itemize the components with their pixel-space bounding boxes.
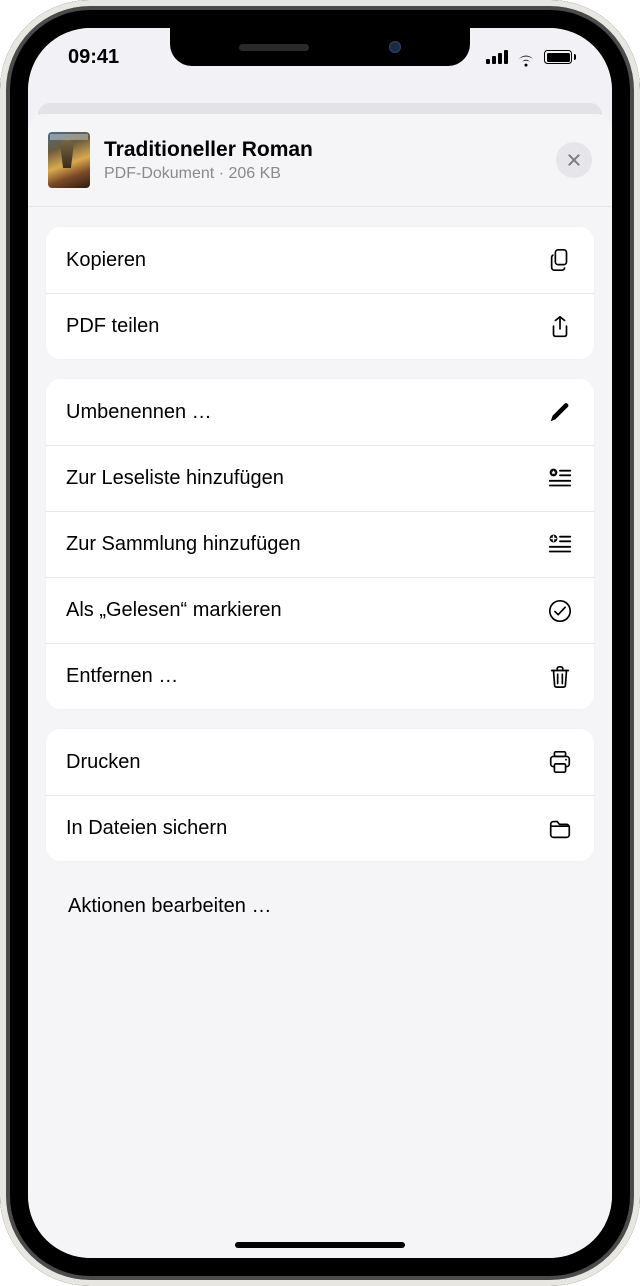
action-label: In Dateien sichern bbox=[66, 817, 227, 840]
action-add-reading-list[interactable]: Zur Leseliste hinzufügen bbox=[46, 445, 594, 511]
action-label: PDF teilen bbox=[66, 315, 159, 338]
screen: 09:41 Traditioneller Roman PDF-Dokum bbox=[28, 28, 612, 1258]
document-thumbnail bbox=[48, 132, 90, 188]
share-icon bbox=[546, 313, 574, 341]
status-time: 09:41 bbox=[68, 46, 119, 69]
close-button[interactable] bbox=[556, 142, 592, 178]
action-share-pdf[interactable]: PDF teilen bbox=[46, 293, 594, 359]
plus-list-icon bbox=[546, 531, 574, 559]
close-icon bbox=[566, 152, 582, 168]
printer-icon bbox=[546, 748, 574, 776]
action-label: Entfernen … bbox=[66, 665, 178, 688]
action-rename[interactable]: Umbenennen … bbox=[46, 379, 594, 445]
action-add-collection[interactable]: Zur Sammlung hinzufügen bbox=[46, 511, 594, 577]
action-label: Als „Gelesen“ markieren bbox=[66, 599, 282, 622]
notch bbox=[170, 28, 470, 66]
cellular-signal-icon bbox=[486, 50, 508, 64]
status-indicators bbox=[486, 50, 576, 65]
header-text: Traditioneller Roman PDF-Dokument · 206 … bbox=[104, 137, 542, 183]
action-save-files[interactable]: In Dateien sichern bbox=[46, 795, 594, 861]
folder-icon bbox=[546, 815, 574, 843]
action-label: Zur Sammlung hinzufügen bbox=[66, 533, 301, 556]
wifi-icon bbox=[516, 50, 536, 65]
speaker-grille bbox=[239, 44, 309, 51]
front-camera bbox=[389, 41, 401, 53]
action-label: Umbenennen … bbox=[66, 401, 212, 424]
action-remove[interactable]: Entfernen … bbox=[46, 643, 594, 709]
action-edit-actions[interactable]: Aktionen bearbeiten … bbox=[46, 881, 594, 941]
action-groups: Kopieren PDF teilen bbox=[28, 207, 612, 941]
action-group-1: Umbenennen … Zur Leseliste hinzufügen bbox=[46, 379, 594, 709]
document-title: Traditioneller Roman bbox=[104, 137, 542, 162]
share-sheet: Traditioneller Roman PDF-Dokument · 206 … bbox=[28, 114, 612, 1258]
action-label: Kopieren bbox=[66, 249, 146, 272]
home-indicator[interactable] bbox=[235, 1242, 405, 1248]
pencil-icon bbox=[546, 398, 574, 426]
action-label: Drucken bbox=[66, 751, 140, 774]
copy-icon bbox=[546, 246, 574, 274]
checkmark-circle-icon bbox=[546, 597, 574, 625]
action-print[interactable]: Drucken bbox=[46, 729, 594, 795]
action-label: Aktionen bearbeiten … bbox=[68, 895, 271, 917]
trash-icon bbox=[546, 663, 574, 691]
action-group-2: Drucken In Dateien sichern bbox=[46, 729, 594, 861]
document-subtitle: PDF-Dokument · 206 KB bbox=[104, 164, 542, 183]
action-mark-read[interactable]: Als „Gelesen“ markieren bbox=[46, 577, 594, 643]
sheet-header: Traditioneller Roman PDF-Dokument · 206 … bbox=[28, 114, 612, 207]
action-label: Zur Leseliste hinzufügen bbox=[66, 467, 284, 490]
phone-frame: 09:41 Traditioneller Roman PDF-Dokum bbox=[0, 0, 640, 1286]
action-copy[interactable]: Kopieren bbox=[46, 227, 594, 293]
battery-icon bbox=[544, 50, 576, 64]
action-group-0: Kopieren PDF teilen bbox=[46, 227, 594, 359]
star-list-icon bbox=[546, 465, 574, 493]
